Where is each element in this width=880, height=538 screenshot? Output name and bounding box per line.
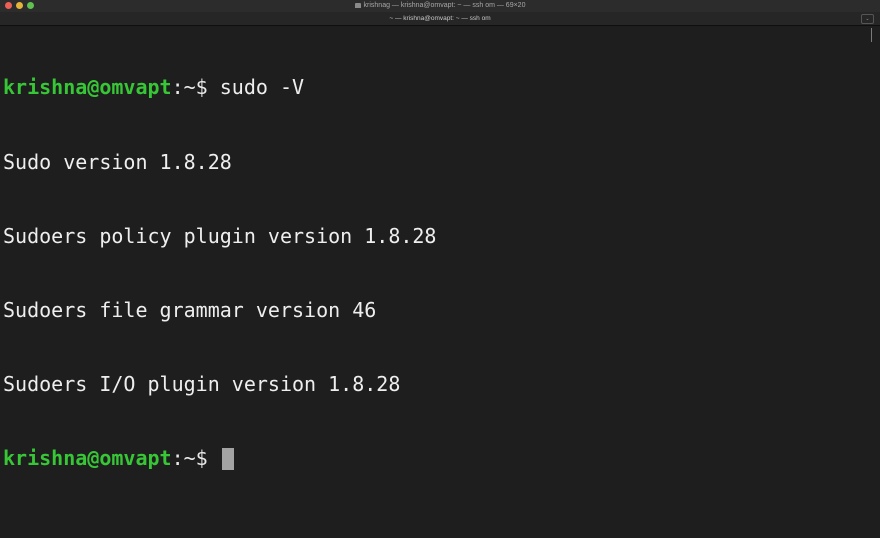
title-bar[interactable]: krishnag — krishna@omvapt: ~ — ssh om — … — [0, 0, 880, 12]
terminal-output: krishna@omvapt:~$ sudo -V Sudo version 1… — [3, 26, 436, 520]
scrollbar[interactable] — [871, 28, 872, 42]
terminal-window: krishnag — krishna@omvapt: ~ — ssh om — … — [0, 0, 880, 538]
command-text — [208, 446, 220, 470]
home-icon — [354, 3, 361, 8]
prompt-user-host: krishna@omvapt — [3, 75, 172, 100]
prompt-line: krishna@omvapt:~$ — [3, 446, 436, 471]
command-text: sudo -V — [207, 75, 305, 100]
output-line: Sudoers file grammar version 46 — [3, 297, 377, 322]
window-title: krishnag — krishna@omvapt: ~ — ssh om — … — [363, 2, 526, 9]
output-line: Sudo version 1.8.28 — [3, 149, 232, 174]
tab-bar: ~ — krishna@omvapt: ~ — ssh om ⌄ — [0, 12, 880, 26]
chevron-down-icon[interactable]: ⌄ — [861, 14, 874, 24]
output-line: Sudoers I/O plugin version 1.8.28 — [3, 371, 401, 396]
prompt-user-host: krishna@omvapt — [3, 445, 172, 470]
terminal-content[interactable]: krishna@omvapt:~$ sudo -V Sudo version 1… — [0, 26, 880, 538]
output-line: Sudoers policy plugin version 1.8.28 — [3, 223, 437, 248]
tab-title: ~ — krishna@omvapt: ~ — ssh om — [389, 15, 491, 22]
prompt-suffix: :~$ — [171, 75, 208, 100]
text-cursor — [221, 447, 234, 470]
prompt-suffix: :~$ — [171, 445, 208, 470]
window-title-container: krishnag — krishna@omvapt: ~ — ssh om — … — [0, 0, 880, 12]
tab-ssh-om[interactable]: ~ — krishna@omvapt: ~ — ssh om — [0, 12, 880, 25]
prompt-line: krishna@omvapt:~$ sudo -V — [3, 75, 436, 100]
